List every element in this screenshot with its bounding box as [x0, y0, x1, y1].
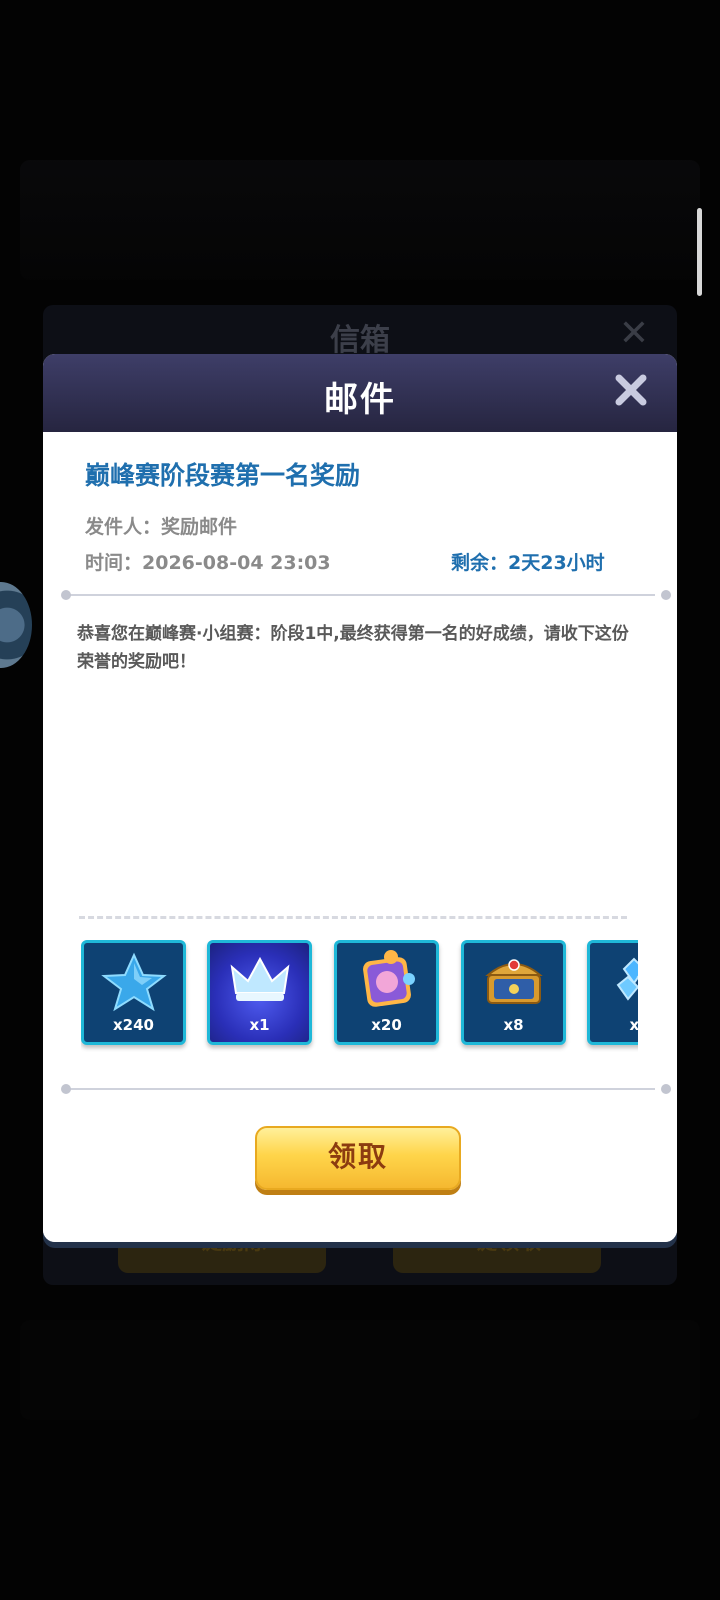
background-footer: [20, 1320, 700, 1420]
mail-dialog: 邮件 巅峰赛阶段赛第一名奖励 发件人：奖励邮件 时间：2026-08-04 23…: [43, 354, 677, 1242]
close-button[interactable]: [611, 370, 651, 410]
close-icon: [615, 374, 647, 406]
reward-item[interactable]: x8: [461, 940, 566, 1045]
mail-time: 时间：2026-08-04 23:03: [85, 552, 331, 574]
mail-content: 恭喜您在巅峰赛·小组赛：阶段1中,最终获得第一名的好成绩，请收下这份荣誉的奖励吧…: [77, 624, 629, 672]
scrollbar[interactable]: [697, 208, 702, 296]
reward-item[interactable]: x1: [207, 940, 312, 1045]
puzzle-card-icon: [363, 950, 415, 1007]
blue-gem-icon: [616, 957, 638, 1001]
dialog-body: 巅峰赛阶段赛第一名奖励 发件人：奖励邮件 时间：2026-08-04 23:03…: [43, 432, 677, 1242]
background-banner: [20, 160, 700, 280]
rewards-list[interactable]: x240 x1 x20 x8 x: [81, 940, 638, 1052]
mail-remaining-time: 剩余：2天23小时: [451, 552, 605, 574]
mail-subject: 巅峰赛阶段赛第一名奖励: [85, 461, 361, 490]
divider: [61, 1084, 671, 1094]
reward-item[interactable]: x2: [587, 940, 638, 1045]
crown-icon: [230, 956, 290, 1001]
claim-button-label: 领取: [327, 1140, 388, 1173]
blue-star-icon: [101, 952, 167, 1012]
dialog-header: 邮件: [43, 354, 677, 432]
reward-quantity: x1: [249, 1016, 270, 1034]
reward-item[interactable]: x240: [81, 940, 186, 1045]
reward-quantity: x2: [629, 1016, 638, 1034]
reward-quantity: x240: [113, 1016, 154, 1034]
dashed-divider: [79, 916, 627, 919]
claim-button[interactable]: 领取: [255, 1126, 461, 1190]
reward-item[interactable]: x20: [334, 940, 439, 1045]
inbox-close-icon: ✕: [618, 313, 649, 354]
inbox-title: 信箱: [330, 323, 390, 358]
reward-quantity: x20: [371, 1016, 402, 1034]
divider: [61, 590, 671, 600]
reward-quantity: x8: [503, 1016, 524, 1034]
mail-sender: 发件人：奖励邮件: [85, 516, 238, 538]
treasure-chest-icon: [485, 959, 543, 1004]
dialog-title: 邮件: [324, 380, 396, 420]
